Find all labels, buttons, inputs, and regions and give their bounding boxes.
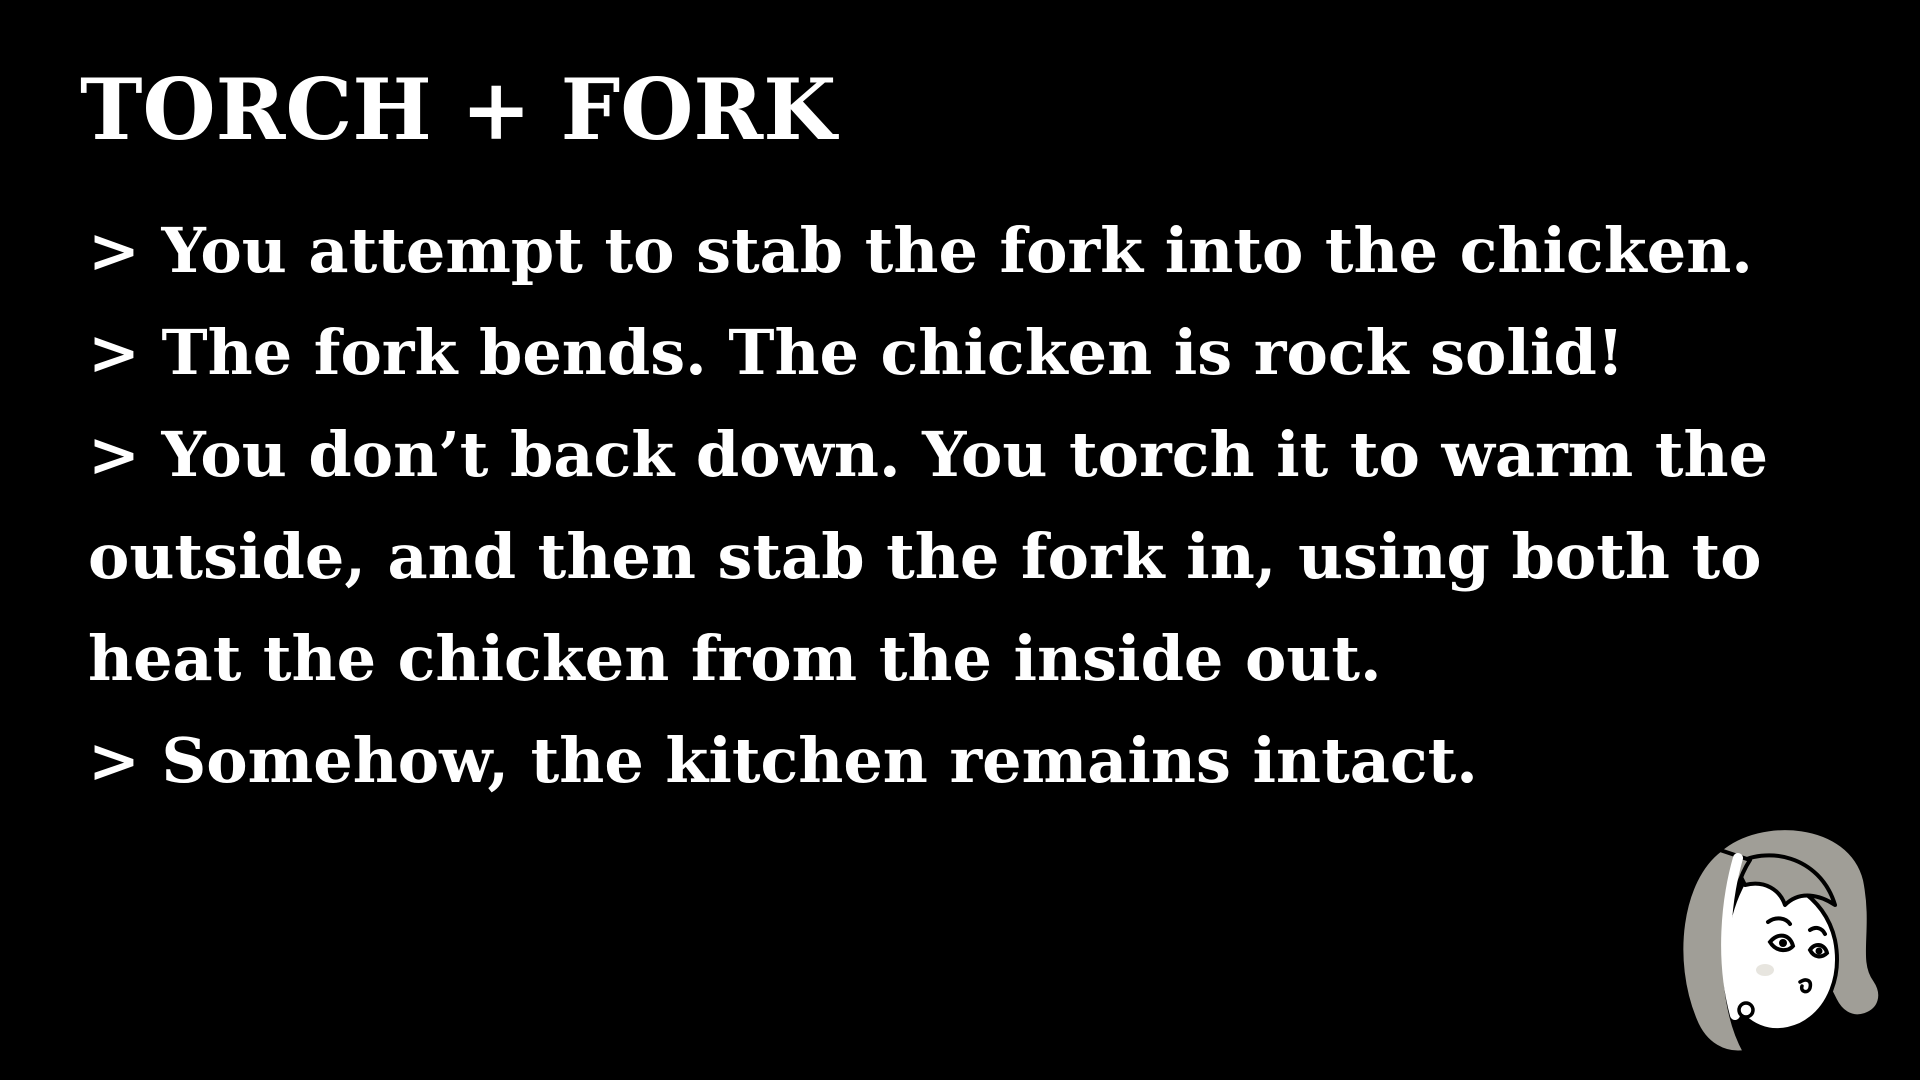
scene-title: TORCH + FORK (80, 60, 837, 159)
narration-line: > Somehow, the kitchen remains intact. (88, 724, 1478, 797)
game-screen: TORCH + FORK > You attempt to stab the f… (0, 0, 1920, 1080)
narration-log: > You attempt to stab the fork into the … (88, 200, 1848, 812)
narration-line: > The fork bends. The chicken is rock so… (88, 316, 1625, 389)
narration-line: > You don’t back down. You torch it to w… (88, 418, 1790, 695)
narration-line: > You attempt to stab the fork into the … (88, 214, 1753, 287)
narrator-portrait-icon (1679, 826, 1883, 1055)
